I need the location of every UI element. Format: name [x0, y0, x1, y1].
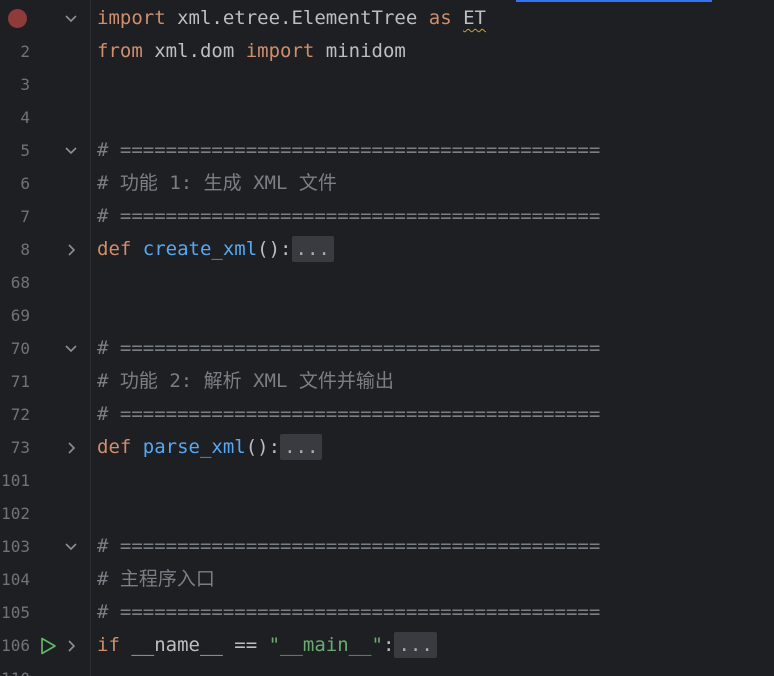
run-icon[interactable] [38, 636, 58, 656]
code-text[interactable]: def parse_xml():... [97, 431, 323, 464]
code-text[interactable]: def create_xml():... [97, 233, 334, 266]
keyword-import: import [97, 7, 166, 29]
imported-name: minidom [314, 40, 406, 62]
line-number: 103 [1, 537, 30, 556]
code-line[interactable]: 8 def create_xml():... [0, 233, 774, 266]
line-number: 6 [20, 174, 30, 193]
function-parens: (): [257, 238, 292, 260]
code-text[interactable]: import xml.etree.ElementTree as ET [97, 2, 486, 35]
comment-text[interactable]: # 功能 2: 解析 XML 文件并输出 [97, 365, 394, 398]
fold-expand-icon[interactable] [64, 244, 78, 256]
comment-text[interactable]: # 主程序入口 [97, 563, 215, 596]
keyword-import: import [245, 40, 315, 62]
line-number: 8 [20, 240, 30, 259]
folded-region[interactable]: ... [394, 632, 437, 658]
fold-collapse-icon[interactable] [64, 541, 78, 553]
code-line[interactable]: 71 # 功能 2: 解析 XML 文件并输出 [0, 365, 774, 398]
function-name: create_xml [142, 238, 258, 260]
line-number: 71 [10, 372, 30, 391]
comment-text[interactable]: # ======================================… [97, 398, 600, 431]
comment-text[interactable]: # 功能 1: 生成 XML 文件 [97, 167, 337, 200]
line-number: 72 [10, 405, 30, 424]
folded-region[interactable]: ... [280, 434, 323, 460]
code-line[interactable]: 72 # ===================================… [0, 398, 774, 431]
code-line[interactable]: 2 from xml.dom import minidom [0, 35, 774, 68]
line-number: 3 [20, 75, 30, 94]
code-line[interactable]: 6 # 功能 1: 生成 XML 文件 [0, 167, 774, 200]
fold-expand-icon[interactable] [64, 442, 78, 454]
function-parens: (): [245, 436, 281, 458]
folded-region[interactable]: ... [291, 236, 334, 262]
line-number: 69 [10, 306, 30, 325]
comment-text[interactable]: # ======================================… [97, 134, 600, 167]
line-number: 68 [10, 273, 30, 292]
line-number: 2 [20, 42, 30, 61]
breakpoint-icon[interactable] [8, 9, 27, 28]
code-line[interactable]: 4 [0, 101, 774, 134]
line-number: 5 [20, 141, 30, 160]
fold-collapse-icon[interactable] [64, 145, 78, 157]
keyword-def: def [97, 238, 132, 260]
line-number: 7 [20, 207, 30, 226]
code-line[interactable]: 70 # ===================================… [0, 332, 774, 365]
module-name: xml.etree.ElementTree [165, 7, 429, 29]
line-number: 105 [1, 603, 30, 622]
code-line[interactable]: 106 if __name__ == "__main__":... [0, 629, 774, 662]
expression: __name__ == [119, 634, 269, 656]
keyword-def: def [97, 436, 132, 458]
comment-text[interactable]: # ======================================… [97, 596, 600, 629]
line-number: 110 [0, 662, 30, 676]
keyword-as: as [428, 7, 452, 29]
fold-expand-icon[interactable] [64, 640, 78, 652]
line-number: 102 [1, 504, 30, 523]
line-number: 73 [10, 438, 30, 457]
code-line[interactable]: import xml.etree.ElementTree as ET [0, 2, 774, 35]
code-line[interactable]: 110 [0, 662, 774, 676]
code-line[interactable]: 101 [0, 464, 774, 497]
fold-collapse-icon[interactable] [64, 13, 78, 25]
line-number: 4 [20, 108, 30, 127]
comment-text[interactable]: # ======================================… [97, 200, 600, 233]
comment-text[interactable]: # ======================================… [97, 332, 600, 365]
code-text[interactable]: from xml.dom import minidom [97, 35, 406, 68]
code-editor[interactable]: import xml.etree.ElementTree as ET 2 fro… [0, 0, 774, 676]
keyword-if: if [97, 634, 120, 656]
code-line[interactable]: 73 def parse_xml():... [0, 431, 774, 464]
code-line[interactable]: 68 [0, 266, 774, 299]
code-text[interactable]: if __name__ == "__main__":... [97, 629, 437, 662]
colon: : [383, 634, 395, 656]
line-number: 101 [1, 471, 30, 490]
comment-text[interactable]: # ======================================… [97, 530, 600, 563]
module-name: xml.dom [142, 40, 246, 62]
code-line[interactable]: 3 [0, 68, 774, 101]
keyword-from: from [97, 40, 143, 62]
code-line[interactable]: 103 # ==================================… [0, 530, 774, 563]
fold-collapse-icon[interactable] [64, 343, 78, 355]
code-line[interactable]: 69 [0, 299, 774, 332]
code-line[interactable]: 5 # ====================================… [0, 134, 774, 167]
code-line[interactable]: 102 [0, 497, 774, 530]
function-name: parse_xml [142, 436, 246, 458]
alias-name: ET [463, 7, 486, 29]
code-line[interactable]: 104 # 主程序入口 [0, 563, 774, 596]
line-number: 104 [1, 570, 30, 589]
line-number: 70 [10, 339, 30, 358]
code-line[interactable]: 7 # ====================================… [0, 200, 774, 233]
line-number: 106 [1, 636, 30, 655]
string-literal: "__main__" [268, 634, 383, 656]
code-line[interactable]: 105 # ==================================… [0, 596, 774, 629]
